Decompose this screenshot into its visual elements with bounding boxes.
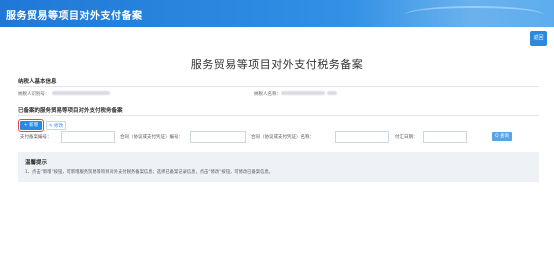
taxpayer-section-title: 纳税人基本信息 — [18, 79, 57, 85]
banner-hill-graphic — [404, 6, 544, 24]
section-divider — [18, 115, 539, 116]
notice-title: 温馨提示 — [25, 160, 48, 166]
contract-no-input[interactable] — [190, 131, 246, 143]
record-no-label: 支付备案编号： — [20, 135, 52, 140]
taxpayer-name-label: 纳税人名称： — [254, 92, 281, 97]
notice-panel: 温馨提示 1、点击“新增”按钮，可新增服务贸易等项目对外支付税务备案信息；选择已… — [18, 152, 539, 182]
page-title: 服务贸易等项目对外支付税务备案 — [190, 58, 364, 71]
taxpayer-id-label: 纳税人识别号： — [18, 92, 50, 97]
contract-name-label: 合同（协议或支付凭证）名称： — [251, 135, 314, 140]
pay-date-label: 付汇日期： — [395, 135, 418, 140]
notice-text: 1、点击“新增”按钮，可新增服务贸易等项目对外支付税务备案信息；选择已备案记录信… — [25, 170, 273, 175]
add-button[interactable]: + 新增 — [18, 119, 44, 132]
app-title: 服务贸易等项目对外支付备案 — [6, 11, 143, 22]
search-button[interactable]: Q 查询 — [492, 132, 512, 141]
pay-date-input[interactable] — [423, 131, 467, 143]
taxpayer-name-value-2 — [327, 91, 337, 95]
taxpayer-name-value — [281, 91, 325, 95]
contract-no-label: 合同（协议或支付凭证）编号： — [120, 135, 183, 140]
section-divider — [18, 86, 539, 87]
contract-name-input[interactable] — [335, 131, 389, 143]
records-section-title: 已备案的服务贸易等项目对外支付税务备案 — [18, 108, 123, 114]
taxpayer-id-value — [52, 91, 110, 95]
record-no-input[interactable] — [61, 131, 115, 143]
return-button[interactable]: 返回 — [530, 31, 547, 46]
edit-button[interactable]: ✎ 修改 — [46, 121, 66, 130]
top-banner: 服务贸易等项目对外支付备案 — [0, 0, 554, 27]
